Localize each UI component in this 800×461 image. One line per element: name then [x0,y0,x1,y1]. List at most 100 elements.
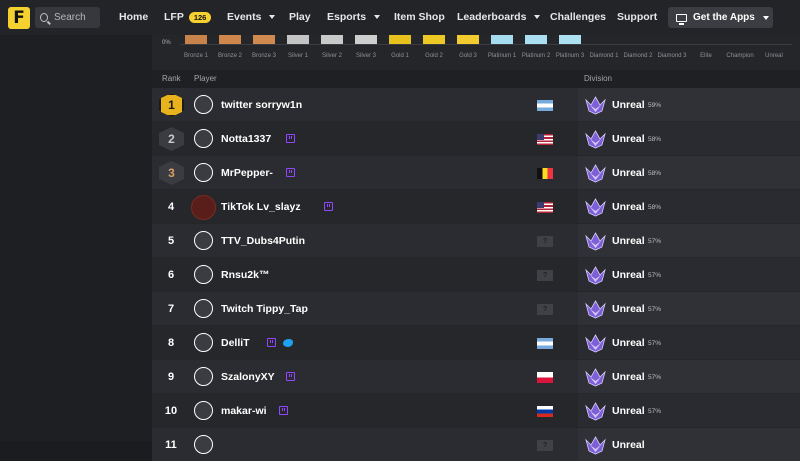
division-name: Unreal [612,371,645,383]
avatar[interactable] [194,435,213,454]
rank-number: 2 [168,132,175,146]
division-column-header[interactable]: Division [584,74,612,83]
twitch-icon[interactable] [323,202,333,211]
nav-challenges[interactable]: Challenges [550,11,606,23]
nav-esports-label: Esports [327,11,367,23]
twitch-icon[interactable] [285,372,295,381]
tier-label: Bronze 2 [217,53,242,59]
tier-bar [491,35,513,44]
unreal-rank-icon [585,130,606,149]
player-name[interactable]: Notta1337 [221,133,271,145]
tier-bar [389,35,411,44]
avatar[interactable] [194,129,213,148]
nav-support[interactable]: Support [617,11,657,23]
rank-number: 3 [168,166,175,180]
rank-column-header[interactable]: Rank [162,74,181,83]
nav-esports[interactable]: Esports [327,11,381,23]
flag-canton [537,134,544,140]
player-name[interactable]: MrPepper- [221,167,273,179]
nav-support-label: Support [617,11,658,23]
unknown-flag-icon: ? [537,440,553,451]
nav-lfp-label: LFP [164,11,184,23]
player-name[interactable]: Rnsu2k™ [221,269,269,281]
tier-label: Platinum 3 [555,53,585,59]
nav-play[interactable]: Play [289,11,311,23]
search-input[interactable] [54,12,100,23]
row-background [152,360,578,393]
unreal-rank-icon [585,368,606,387]
row-background [152,394,578,427]
sidebar [0,35,152,441]
tier-bar [321,35,343,44]
rank-number: 1 [168,98,175,112]
tier-label: Diamond 2 [623,53,653,59]
flag-poland-icon [537,372,553,383]
distribution-zero-label: 0% [162,40,171,46]
nav-lfp[interactable]: LFP 126 [164,11,212,23]
avatar[interactable] [194,265,213,284]
twitch-icon[interactable] [279,406,289,415]
rank-number: 10 [164,405,178,417]
tier-label: Elite [700,53,712,59]
nav-events[interactable]: Events [227,11,276,23]
player-name[interactable]: twitter sorryw1n [221,99,302,111]
division-progress: 57% [648,306,662,313]
chevron-down-icon [269,15,276,19]
row-background [152,156,578,189]
flag-belgium-icon [537,168,553,179]
twitch-icon[interactable] [285,168,295,177]
tier-label: Bronze 3 [251,53,276,59]
nav-item-shop[interactable]: Item Shop [394,11,445,23]
flag-argentina-icon [537,100,553,111]
fortnite-logo[interactable]: F [8,7,30,29]
player-name[interactable]: DelliT [221,337,250,349]
flag-argentina-icon [537,338,553,349]
tier-bar [185,35,207,44]
search-box[interactable] [35,7,100,28]
twitter-icon[interactable] [282,339,293,347]
player-name[interactable]: TikTok Lv_slayz [221,201,301,213]
unreal-rank-icon [585,436,606,455]
chevron-down-icon [374,15,381,19]
table-header [152,70,800,88]
unknown-flag-icon: ? [537,304,553,315]
row-background [152,122,578,155]
player-name[interactable]: Twitch Tippy_Tap [221,303,308,315]
nav-leaderboards-label: Leaderboards [457,11,527,23]
nav-leaderboards[interactable]: Leaderboards [457,11,541,23]
row-background [152,224,578,257]
avatar[interactable] [194,231,213,250]
player-name[interactable]: SzalonyXY [221,371,275,383]
division-progress: 57% [648,340,662,347]
player-column-header[interactable]: Player [194,74,217,83]
rank-number: 8 [167,337,175,349]
avatar[interactable] [194,95,213,114]
division-progress: 58% [648,204,662,211]
twitch-icon[interactable] [266,338,276,347]
nav-play-label: Play [289,11,311,23]
get-apps-button[interactable]: Get the Apps [668,7,773,28]
avatar[interactable] [191,195,216,220]
rank-number: 7 [167,303,175,315]
avatar[interactable] [194,299,213,318]
tier-label: Unreal [765,53,783,59]
division-progress: 58% [648,170,662,177]
avatar[interactable] [194,333,213,352]
tier-bar [253,35,275,44]
flag-usa-icon [537,202,553,213]
nav-home[interactable]: Home [119,11,148,23]
avatar[interactable] [194,401,213,420]
tier-label: Bronze 1 [183,53,208,59]
player-name[interactable]: makar-wi [221,405,267,417]
search-icon [40,13,48,22]
avatar[interactable] [194,163,213,182]
division-progress: 57% [648,374,662,381]
tier-label: Diamond 3 [657,53,687,59]
tier-bar [355,35,377,44]
player-name[interactable]: TTV_Dubs4Putin [221,235,305,247]
avatar[interactable] [194,367,213,386]
division-name: Unreal [612,99,645,111]
rank-number: 9 [167,371,175,383]
twitch-icon[interactable] [285,134,295,143]
unreal-rank-icon [585,266,606,285]
